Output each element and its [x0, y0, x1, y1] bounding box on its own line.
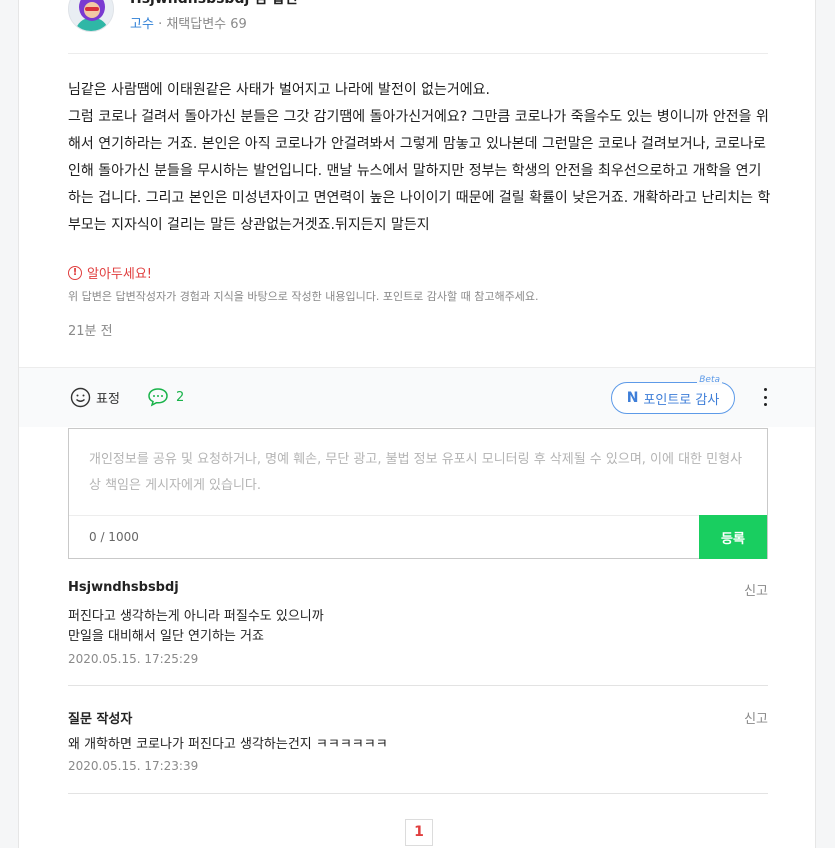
comment-line: 왜 개학하면 코로나가 퍼진다고 생각하는건지 ㅋㅋㅋㅋㅋㅋ [68, 737, 388, 752]
beta-badge: Beta [697, 375, 722, 385]
meta-separator: · [158, 17, 163, 32]
comment-author[interactable]: Hsjwndhsbsbdj [68, 580, 179, 595]
answer-notice: ! 알아두세요! 위 답변은 답변작성자가 경험과 지식을 바탕으로 작성한 내… [68, 263, 773, 304]
reaction-label: 표정 [96, 392, 120, 407]
reaction-button[interactable]: 표정 [70, 387, 120, 408]
char-counter: 0 / 1000 [89, 530, 139, 544]
more-dot-icon [763, 395, 767, 399]
comment-time: 2020.05.15. 17:23:39 [68, 759, 199, 773]
notice-title-text: 알아두세요! [87, 267, 153, 282]
comment-author[interactable]: 질문 작성자 [68, 708, 132, 727]
avatar-character-icon [69, 0, 113, 31]
answer-paragraph: 그럼 코로나 걸려서 돌아가신 분들은 그갓 감기땜에 돌아가신거에요? 그만큼… [68, 109, 771, 233]
comment-line: 만일을 대비해서 일단 연기하는 거죠 [68, 629, 264, 644]
report-link[interactable]: 신고 [744, 580, 768, 599]
answer-card: Hsjwndhsbsbdj 님 답변 고수 · 채택답변수 69 님같은 사람땜… [18, 0, 816, 848]
notice-description: 위 답변은 답변작성자가 경험과 지식을 바탕으로 작성한 내용입니다. 포인트… [68, 290, 539, 303]
more-options-button[interactable] [759, 386, 771, 408]
report-link[interactable]: 신고 [744, 708, 768, 727]
author-avatar[interactable] [68, 0, 114, 32]
comment-form: 0 / 1000 등록 [68, 428, 768, 559]
comment-line: 퍼진다고 생각하는게 아니라 퍼질수도 있으니까 [68, 609, 324, 624]
points-thanks-button[interactable]: Beta N 포인트로 감사 [611, 375, 735, 414]
submit-comment-button[interactable]: 등록 [699, 515, 767, 559]
more-dot-icon [763, 403, 767, 406]
answer-paragraph: 님같은 사람땜에 이태원같은 사태가 벌어지고 나라에 발전이 없는거에요. [68, 82, 490, 98]
adopted-count: 채택답변수 69 [166, 17, 247, 32]
pagination-page-current[interactable]: 1 [405, 819, 433, 846]
more-dot-icon [763, 388, 767, 391]
comment-input[interactable] [69, 429, 767, 515]
author-name[interactable]: Hsjwndhsbsbdj 님 답변 [130, 0, 298, 8]
smile-icon [70, 387, 91, 408]
comment-text: 왜 개학하면 코로나가 퍼진다고 생각하는건지 ㅋㅋㅋㅋㅋㅋ [68, 735, 388, 755]
comment-form-footer: 0 / 1000 등록 [69, 515, 767, 559]
comment-item: 질문 작성자 신고 왜 개학하면 코로나가 퍼진다고 생각하는건지 ㅋㅋㅋㅋㅋㅋ… [68, 708, 768, 794]
comment-time: 2020.05.15. 17:25:29 [68, 652, 199, 666]
notice-title: ! 알아두세요! [68, 263, 773, 282]
naver-points-icon: N [626, 390, 639, 406]
answer-body: 님같은 사람땜에 이태원같은 사태가 벌어지고 나라에 발전이 없는거에요. 그… [68, 77, 773, 239]
comment-count: 2 [176, 389, 185, 405]
alert-icon: ! [68, 265, 82, 280]
comment-bubble-icon [148, 388, 168, 407]
comment-item: Hsjwndhsbsbdj 신고 퍼진다고 생각하는게 아니라 퍼질수도 있으니… [68, 580, 768, 686]
answer-action-bar: 표정 2 Beta N 포인트로 감사 [19, 367, 815, 427]
comment-toggle-button[interactable]: 2 [147, 387, 184, 407]
points-thanks-label: 포인트로 감사 [643, 392, 720, 408]
answer-author-header: Hsjwndhsbsbdj 님 답변 고수 · 채택답변수 69 [68, 0, 768, 54]
comment-text: 퍼진다고 생각하는게 아니라 퍼질수도 있으니까 만일을 대비해서 일단 연기하… [68, 607, 324, 647]
author-rank[interactable]: 고수 [130, 17, 154, 32]
answer-time: 21분 전 [68, 324, 113, 339]
author-meta: 고수 · 채택답변수 69 [130, 13, 247, 32]
